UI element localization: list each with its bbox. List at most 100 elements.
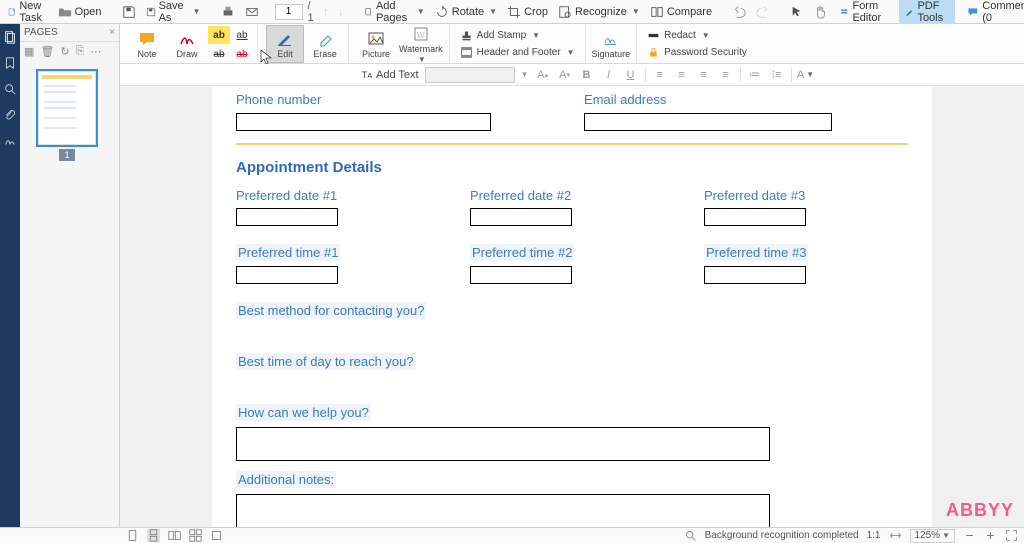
page-up-button[interactable]: ↑ <box>319 4 333 20</box>
bold-button[interactable]: B <box>579 67 595 83</box>
zoom-in-button[interactable]: + <box>984 529 997 542</box>
ptime1-input[interactable] <box>236 266 338 284</box>
watermark-icon: W <box>412 25 430 43</box>
redo-button[interactable] <box>752 3 774 21</box>
best-time-label: Best time of day to reach you? <box>236 353 416 370</box>
hand-icon <box>814 5 828 19</box>
recognize-button[interactable]: Recognize▼ <box>554 3 644 21</box>
pdate2-input[interactable] <box>470 208 572 226</box>
password-button[interactable]: Password Security <box>644 45 750 60</box>
dec-font-button[interactable]: A▾ <box>557 67 573 83</box>
align-right-button[interactable]: ≡ <box>696 67 712 83</box>
phone-input[interactable] <box>236 113 491 131</box>
pdate1-input[interactable] <box>236 208 338 226</box>
italic-button[interactable]: I <box>601 67 617 83</box>
pdate3-input[interactable] <box>704 208 806 226</box>
attachments-rail-icon[interactable] <box>3 108 17 122</box>
underline-button[interactable]: ab <box>231 26 253 44</box>
crop-button[interactable]: Crop <box>503 3 552 21</box>
view-two-continuous-icon[interactable] <box>189 529 202 542</box>
pdate3-label: Preferred date #3 <box>704 188 908 203</box>
add-text-button[interactable]: TAAdd Text <box>360 68 419 81</box>
open-button[interactable]: Open <box>54 3 106 21</box>
view-two-page-icon[interactable] <box>168 529 181 542</box>
recognize-page-icon[interactable]: ⎘ <box>76 45 85 58</box>
page-down-button[interactable]: ↓ <box>334 4 348 20</box>
scale-label[interactable]: 1:1 <box>867 530 881 541</box>
comments-button[interactable]: Comments (0 <box>961 0 1024 27</box>
email-input[interactable] <box>584 113 832 131</box>
print-button[interactable] <box>217 3 239 21</box>
help-input[interactable] <box>236 427 770 461</box>
add-pages-button[interactable]: Add Pages▼ <box>360 0 429 26</box>
rotate-label: Rotate <box>452 6 484 18</box>
undo-button[interactable] <box>728 3 750 21</box>
pdate1-label: Preferred date #1 <box>236 188 440 203</box>
underline-text-button[interactable]: U <box>623 67 639 83</box>
notes-input[interactable] <box>236 494 770 527</box>
form-editor-button[interactable]: Form Editor <box>834 0 893 27</box>
delete-page-icon[interactable]: 🗑 <box>40 45 54 58</box>
comments-icon <box>967 5 979 19</box>
add-stamp-button[interactable]: Add Stamp▼ <box>457 28 578 43</box>
view-continuous-icon[interactable] <box>147 529 160 542</box>
erase-button[interactable]: Erase <box>306 25 344 63</box>
mail-button[interactable] <box>241 3 263 21</box>
list-bullet-button[interactable]: ⁝≡ <box>769 67 785 83</box>
align-center-button[interactable]: ≡ <box>674 67 690 83</box>
hand-button[interactable] <box>810 3 832 21</box>
add-page-icon[interactable]: ▦ <box>24 45 34 58</box>
page-thumbnail[interactable]: 1 <box>36 69 98 147</box>
view-single-icon[interactable] <box>126 529 139 542</box>
inc-font-button[interactable]: A▴ <box>535 67 551 83</box>
save-as-button[interactable]: Save As▼ <box>142 0 205 26</box>
page-number-input[interactable] <box>275 4 303 20</box>
font-select[interactable] <box>425 67 515 83</box>
view-fit-icon[interactable] <box>210 529 223 542</box>
zoom-out-button[interactable]: − <box>963 529 976 542</box>
zoom-value[interactable]: 125%▼ <box>910 529 956 543</box>
status-bar: Background recognition completed 1:1 125… <box>0 527 1024 543</box>
new-task-button[interactable]: + New Task <box>4 0 52 26</box>
edit-button[interactable]: Edit <box>266 25 304 63</box>
align-left-button[interactable]: ≡ <box>652 67 668 83</box>
fit-width-icon[interactable] <box>889 529 902 542</box>
picture-button[interactable]: Picture <box>357 25 395 63</box>
search-rail-icon[interactable] <box>3 82 17 96</box>
ptime2-input[interactable] <box>470 266 572 284</box>
align-justify-button[interactable]: ≡ <box>718 67 734 83</box>
more-icon[interactable]: ⋯ <box>90 45 101 58</box>
svg-text:W: W <box>417 31 425 40</box>
form-editor-label: Form Editor <box>852 0 886 24</box>
save-as-icon <box>146 5 156 19</box>
watermark-button[interactable]: WWatermark▼ <box>397 25 445 63</box>
signature-button[interactable]: Signature <box>590 25 633 63</box>
strike-button[interactable]: ab <box>208 45 230 63</box>
edit-icon <box>276 30 294 48</box>
compare-button[interactable]: Compare <box>646 3 716 21</box>
rotate-button[interactable]: Rotate▼ <box>431 3 501 21</box>
crop-label: Crop <box>524 6 548 18</box>
signatures-rail-icon[interactable] <box>3 134 17 148</box>
note-button[interactable]: Note <box>128 25 166 63</box>
redact-button[interactable]: Redact▼ <box>644 28 750 43</box>
document-page: Phone number Email address Appointment D… <box>212 86 932 527</box>
font-color-button[interactable]: A▼ <box>798 67 814 83</box>
header-footer-button[interactable]: Header and Footer▼ <box>457 45 578 60</box>
list-num-button[interactable]: ≔ <box>747 67 763 83</box>
pointer-button[interactable] <box>786 3 808 21</box>
pages-panel-close-icon[interactable]: × <box>109 27 115 38</box>
pdf-tools-icon <box>905 5 914 19</box>
fullscreen-icon[interactable] <box>1005 529 1018 542</box>
pdf-tools-button[interactable]: PDF Tools <box>899 0 955 27</box>
save-button[interactable] <box>118 3 140 21</box>
section-divider <box>236 143 908 145</box>
ptime3-input[interactable] <box>704 266 806 284</box>
rotate-page-icon[interactable]: ↻ <box>60 45 69 58</box>
highlight-button[interactable]: ab <box>208 26 230 44</box>
document-workspace[interactable]: Phone number Email address Appointment D… <box>120 86 1024 527</box>
bookmarks-rail-icon[interactable] <box>3 56 17 70</box>
draw-button[interactable]: Draw <box>168 25 206 63</box>
pages-rail-icon[interactable] <box>3 30 17 44</box>
strike-red-button[interactable]: ab <box>231 45 253 63</box>
